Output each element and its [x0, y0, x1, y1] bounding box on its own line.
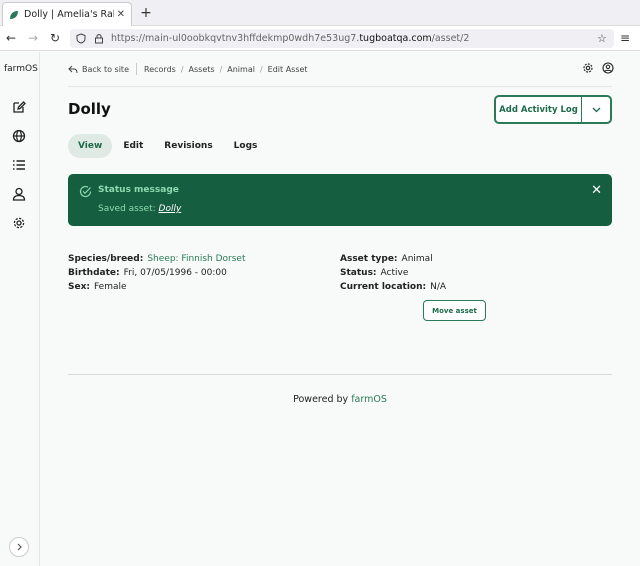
tab-view[interactable]: View	[68, 134, 113, 158]
leaf-icon	[10, 10, 18, 19]
status-message-title: Status message	[98, 185, 179, 195]
details-right-column: Asset type: Animal Status: Active Current …	[340, 252, 446, 294]
detail-label: Sex:	[68, 282, 90, 292]
back-arrow-icon	[68, 65, 78, 73]
status-message-body: Saved asset: Dolly	[98, 204, 181, 214]
tab-logs[interactable]: Logs	[224, 134, 268, 158]
status-message-prefix: Saved asset:	[98, 204, 159, 214]
forward-icon[interactable]: →	[22, 27, 44, 49]
tab-title: Dolly | Amelia's Rabbit Fa	[24, 9, 114, 20]
detail-label: Species/breed:	[68, 254, 144, 264]
detail-value: Female	[94, 282, 127, 292]
url-path: /asset/2	[431, 33, 470, 44]
detail-value: Animal	[401, 254, 433, 264]
url-text: https://main-ul0oobkqvtnv3hffdekmp0wdh7e…	[111, 33, 597, 44]
chevron-right-icon	[17, 543, 22, 551]
action-dropdown-button[interactable]	[582, 97, 610, 122]
url-prefix: https://main-ul0oobkqvtnv3hffdekmp0wdh7e…	[111, 33, 360, 44]
browser-tabbar: Dolly | Amelia's Rabbit Fa ✕ +	[0, 0, 640, 26]
expand-sidebar-button[interactable]	[9, 537, 29, 557]
user-icon[interactable]	[10, 185, 28, 203]
details-left-column: Species/breed: Sheep: Finnish Dorset Birt…	[68, 252, 246, 294]
detail-sex: Sex: Female	[68, 280, 246, 294]
url-domain: tugboatqa.com	[359, 33, 432, 44]
powered-by: Powered by farmOS	[40, 394, 640, 405]
browser-navbar: ← → ↻ https://main-ul0oobkqvtnv3hffdekmp…	[0, 26, 640, 51]
breadcrumb-divider	[136, 63, 137, 75]
reload-icon[interactable]: ↻	[44, 27, 66, 49]
move-asset-button[interactable]: Move asset	[423, 300, 486, 321]
bookmark-star-icon[interactable]: ☆	[597, 32, 609, 45]
edit-icon[interactable]	[10, 98, 28, 116]
detail-asset-type: Asset type: Animal	[340, 252, 446, 266]
header-icons	[582, 62, 614, 74]
back-to-site-link[interactable]: Back to site	[68, 65, 129, 74]
gear-icon[interactable]	[10, 214, 28, 232]
new-tab-icon[interactable]: +	[138, 4, 154, 22]
detail-birthdate: Birthdate: Fri, 07/05/1996 - 00:00	[68, 266, 246, 280]
header-divider	[68, 86, 612, 87]
url-bar[interactable]: https://main-ul0oobkqvtnv3hffdekmp0wdh7e…	[70, 29, 614, 48]
account-icon[interactable]	[602, 62, 614, 74]
asset-tabs: View Edit Revisions Logs	[68, 134, 268, 158]
brand: farmOS	[4, 64, 38, 74]
add-activity-log-button[interactable]: Add Activity Log	[496, 97, 582, 122]
farmos-link[interactable]: farmOS	[351, 394, 387, 405]
tab-revisions[interactable]: Revisions	[154, 134, 222, 158]
status-message: Status message Saved asset: Dolly ✕	[68, 174, 612, 226]
detail-value: Fri, 07/05/1996 - 00:00	[123, 268, 227, 278]
chevron-down-icon	[592, 107, 600, 112]
breadcrumb-separator: /	[259, 64, 263, 74]
breadcrumb-separator: /	[180, 64, 184, 74]
check-circle-icon	[79, 186, 92, 198]
sidebar: farmOS	[0, 52, 40, 566]
detail-status: Status: Active	[340, 266, 446, 280]
settings-gear-icon[interactable]	[582, 62, 594, 74]
globe-icon[interactable]	[10, 127, 28, 145]
detail-current-location: Current location: N/A	[340, 280, 446, 294]
detail-label: Birthdate:	[68, 268, 120, 278]
browser-tab[interactable]: Dolly | Amelia's Rabbit Fa ✕	[2, 2, 132, 26]
detail-species: Species/breed: Sheep: Finnish Dorset	[68, 252, 246, 266]
close-message-icon[interactable]: ✕	[591, 183, 602, 198]
app: farmOS Back to site Records / Assets / A…	[0, 52, 640, 566]
detail-value: N/A	[430, 282, 447, 292]
breadcrumb-records[interactable]: Records	[144, 65, 176, 74]
back-to-site-label: Back to site	[82, 64, 129, 74]
breadcrumb-edit-asset: Edit Asset	[267, 64, 308, 74]
lock-icon	[93, 33, 105, 45]
powered-by-label: Powered by	[293, 394, 352, 405]
footer-divider	[68, 374, 612, 375]
back-icon[interactable]: ←	[0, 27, 22, 49]
detail-label: Current location:	[340, 282, 427, 292]
tab-edit[interactable]: Edit	[113, 134, 153, 158]
list-icon[interactable]	[10, 156, 28, 174]
add-activity-log-button-group: Add Activity Log	[494, 95, 612, 124]
breadcrumb-assets[interactable]: Assets	[189, 65, 215, 74]
main-content: Back to site Records / Assets / Animal /…	[40, 52, 640, 566]
shield-icon	[75, 33, 87, 45]
breadcrumb-separator: /	[219, 64, 223, 74]
saved-asset-link[interactable]: Dolly	[159, 204, 182, 214]
breadcrumb: Back to site Records / Assets / Animal /…	[68, 63, 308, 75]
detail-value: Active	[380, 268, 409, 278]
species-link[interactable]: Sheep: Finnish Dorset	[147, 254, 245, 264]
page-title: Dolly	[68, 100, 111, 118]
breadcrumb-animal[interactable]: Animal	[227, 65, 255, 74]
hamburger-menu-icon[interactable]: ≡	[616, 29, 634, 48]
detail-label: Asset type:	[340, 254, 398, 264]
close-tab-icon[interactable]: ✕	[117, 9, 125, 20]
detail-label: Status:	[340, 268, 377, 278]
